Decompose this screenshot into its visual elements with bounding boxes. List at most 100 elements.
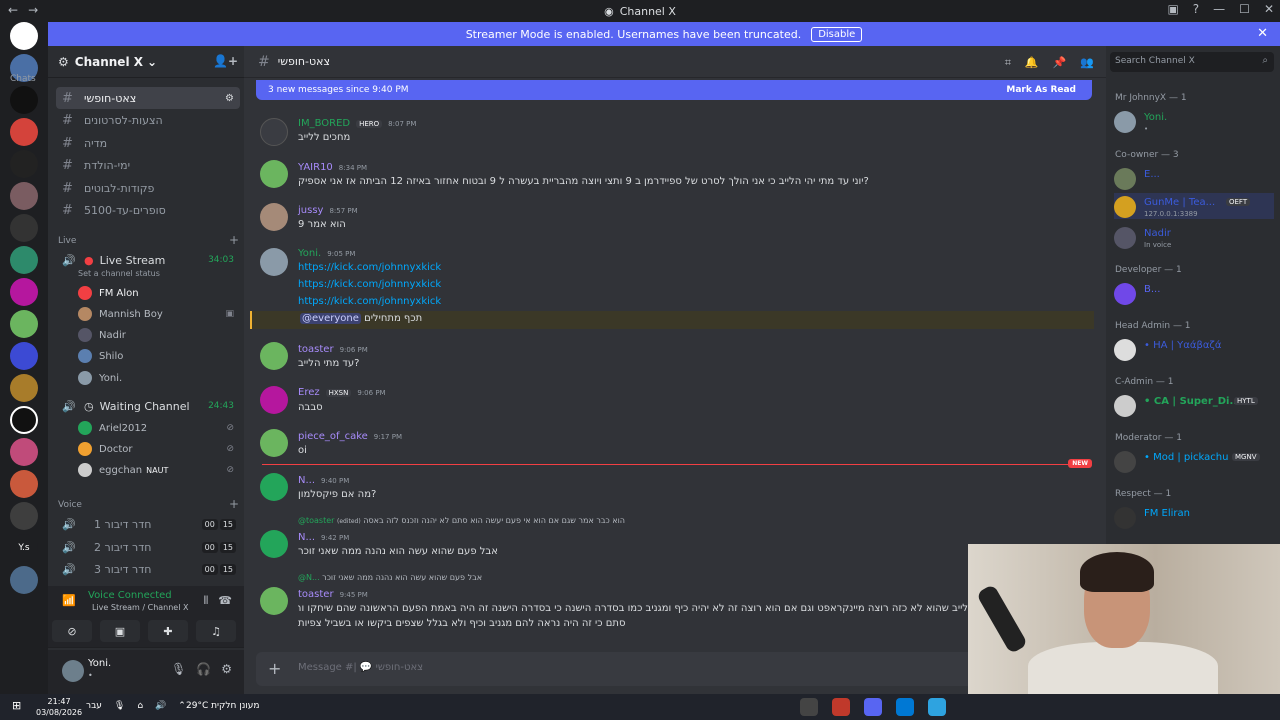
chevron-up-icon[interactable]: ⌃ bbox=[178, 701, 186, 711]
threads-icon[interactable]: ⌗ bbox=[1005, 56, 1011, 70]
member-item[interactable]: B... bbox=[1114, 280, 1274, 306]
voice-user[interactable]: Yoni. bbox=[78, 368, 238, 388]
author-name[interactable]: piece_of_cake bbox=[298, 431, 368, 442]
mention-message[interactable]: @everyone תכף מתחילים bbox=[250, 311, 1094, 329]
avatar[interactable] bbox=[260, 386, 288, 414]
channel-item[interactable]: # סופרים-עד-5100 bbox=[56, 199, 240, 221]
channel-item[interactable]: # הצעות-לסרטונים bbox=[56, 109, 240, 131]
voice-user[interactable]: Mannish Boy ▣ bbox=[78, 304, 238, 324]
everyone-mention[interactable]: @everyone bbox=[300, 313, 361, 324]
author-name[interactable]: IM_BORED bbox=[298, 118, 350, 129]
avatar[interactable] bbox=[260, 203, 288, 231]
author-name[interactable]: Yoni. bbox=[298, 248, 321, 259]
app-icon[interactable] bbox=[800, 698, 818, 716]
maximize-button[interactable]: ☐ bbox=[1239, 2, 1250, 16]
close-icon[interactable]: ✕ bbox=[1257, 26, 1268, 41]
disable-button[interactable]: Disable bbox=[811, 26, 863, 42]
new-messages-bar[interactable]: 3 new messages since 9:40 PM Mark As Rea… bbox=[256, 80, 1092, 100]
reply-reference[interactable]: @N... אבל פעם שהוא עשה הוא נהנה ממה שאני… bbox=[298, 573, 482, 582]
windows-start-icon[interactable]: ⊞ bbox=[12, 699, 21, 712]
message-link[interactable]: https://kick.com/johnnyxkick bbox=[298, 296, 441, 307]
add-member-icon[interactable]: 👤+ bbox=[213, 54, 238, 68]
channel-status[interactable]: Set a channel status bbox=[78, 269, 160, 278]
category-chats[interactable]: Chats bbox=[10, 74, 36, 84]
avatar[interactable] bbox=[260, 429, 288, 457]
close-button[interactable]: ✕ bbox=[1264, 2, 1274, 16]
voice-channel[interactable]: 🔊 חדר דיבור 3 00 15 bbox=[56, 558, 240, 580]
app-icon[interactable] bbox=[832, 698, 850, 716]
server-icon[interactable] bbox=[10, 182, 38, 210]
author-name[interactable]: jussy bbox=[298, 205, 323, 216]
avatar[interactable] bbox=[260, 530, 288, 558]
server-icon[interactable] bbox=[10, 118, 38, 146]
mic-icon[interactable]: 🎙 bbox=[114, 701, 125, 711]
clock[interactable]: 21:47 03/08/2026 bbox=[36, 696, 82, 718]
member-item[interactable]: Yoni. • bbox=[1114, 108, 1274, 134]
inbox-icon[interactable]: ▣ bbox=[1167, 2, 1178, 16]
message-composer[interactable]: + Message #| 💬 צאט-חופשי bbox=[256, 652, 1092, 686]
reply-author[interactable]: @toaster bbox=[298, 516, 334, 525]
voice-user[interactable]: FM Alon bbox=[78, 283, 238, 303]
reply-reference[interactable]: @toaster (edited) הוא כבר אמר שגם אם הוא… bbox=[298, 516, 625, 525]
voice-user[interactable]: Doctor ⊘ bbox=[78, 439, 238, 459]
add-attachment-icon[interactable]: + bbox=[268, 659, 281, 678]
member-item[interactable]: E... bbox=[1114, 165, 1274, 191]
pin-icon[interactable]: 📌 bbox=[1053, 56, 1067, 70]
avatar[interactable] bbox=[260, 118, 288, 146]
signal-icon[interactable]: 📶 bbox=[62, 594, 76, 607]
voice-channel-live-stream[interactable]: 🔊 ● Live Stream 34:03 bbox=[56, 249, 240, 271]
server-icon[interactable] bbox=[10, 278, 38, 306]
avatar[interactable] bbox=[260, 342, 288, 370]
app-icon[interactable] bbox=[928, 698, 946, 716]
weather-widget[interactable]: 29°C מעונן חלקית bbox=[186, 701, 260, 711]
server-icon[interactable] bbox=[10, 214, 38, 242]
server-icon[interactable] bbox=[10, 246, 38, 274]
disconnect-icon[interactable]: ☎ bbox=[218, 594, 232, 608]
microphone-icon[interactable]: 🎙 bbox=[171, 662, 186, 676]
message-input[interactable]: Message #| 💬 צאט-חופשי bbox=[298, 662, 423, 673]
server-icon[interactable]: Y.s bbox=[10, 534, 38, 562]
app-icon[interactable] bbox=[896, 698, 914, 716]
member-item[interactable]: • Mod | pickachu MGNV bbox=[1114, 448, 1274, 474]
server-icon[interactable] bbox=[10, 342, 38, 370]
help-icon[interactable]: ? bbox=[1193, 2, 1199, 16]
minimize-button[interactable]: — bbox=[1213, 2, 1225, 16]
category-voice[interactable]: Voice bbox=[58, 500, 82, 510]
author-name[interactable]: N... bbox=[298, 475, 315, 486]
voice-channel[interactable]: 🔊 חדר דיבור 2 00 15 bbox=[56, 536, 240, 558]
author-name[interactable]: Erez bbox=[298, 387, 320, 398]
channel-item[interactable]: # מדיה bbox=[56, 132, 240, 154]
author-name[interactable]: toaster bbox=[298, 344, 334, 355]
message-link[interactable]: https://kick.com/johnnyxkick bbox=[298, 262, 441, 273]
voice-channel-waiting[interactable]: 🔊 ◷ Waiting Channel 24:43 bbox=[56, 395, 240, 417]
members-icon[interactable]: 👥 bbox=[1080, 56, 1094, 70]
avatar[interactable] bbox=[260, 473, 288, 501]
server-icon[interactable] bbox=[10, 374, 38, 402]
server-icon[interactable] bbox=[10, 502, 38, 530]
avatar[interactable] bbox=[62, 660, 84, 682]
author-name[interactable]: N... bbox=[298, 532, 315, 543]
server-header[interactable]: ⚙ Channel X ⌄ 👤+ bbox=[48, 46, 244, 78]
screen-share-button[interactable]: ▣ bbox=[100, 620, 140, 642]
forward-icon[interactable]: → bbox=[28, 3, 38, 17]
member-item[interactable]: GunMe | Tea... 127.0.0.1:3389 OEFT bbox=[1114, 193, 1274, 219]
activities-button[interactable]: ✚ bbox=[148, 620, 188, 642]
server-icon[interactable] bbox=[10, 150, 38, 178]
channel-item[interactable]: # ימי-הולדת bbox=[56, 154, 240, 176]
avatar[interactable] bbox=[260, 587, 288, 615]
avatar[interactable] bbox=[260, 248, 288, 276]
voice-channel[interactable]: 🔊 חדר דיבור 1 00 15 bbox=[56, 513, 240, 535]
add-channel-icon[interactable]: + bbox=[229, 497, 239, 511]
member-item[interactable]: • HA | Υαάβαζά bbox=[1114, 336, 1274, 362]
voice-user[interactable]: eggchan NAUT ⊘ bbox=[78, 460, 238, 480]
server-icon[interactable] bbox=[10, 470, 38, 498]
channel-item[interactable]: # פקודות-לבוטים bbox=[56, 177, 240, 199]
member-item[interactable]: Nadir In voice bbox=[1114, 224, 1274, 250]
app-icon[interactable] bbox=[864, 698, 882, 716]
reply-author[interactable]: @N... bbox=[298, 573, 320, 582]
headphones-icon[interactable]: 🎧 bbox=[196, 662, 211, 676]
server-icon[interactable] bbox=[10, 566, 38, 594]
back-icon[interactable]: ← bbox=[8, 3, 18, 17]
camera-off-button[interactable]: ⊘ bbox=[52, 620, 92, 642]
voice-user[interactable]: Nadir bbox=[78, 325, 238, 345]
